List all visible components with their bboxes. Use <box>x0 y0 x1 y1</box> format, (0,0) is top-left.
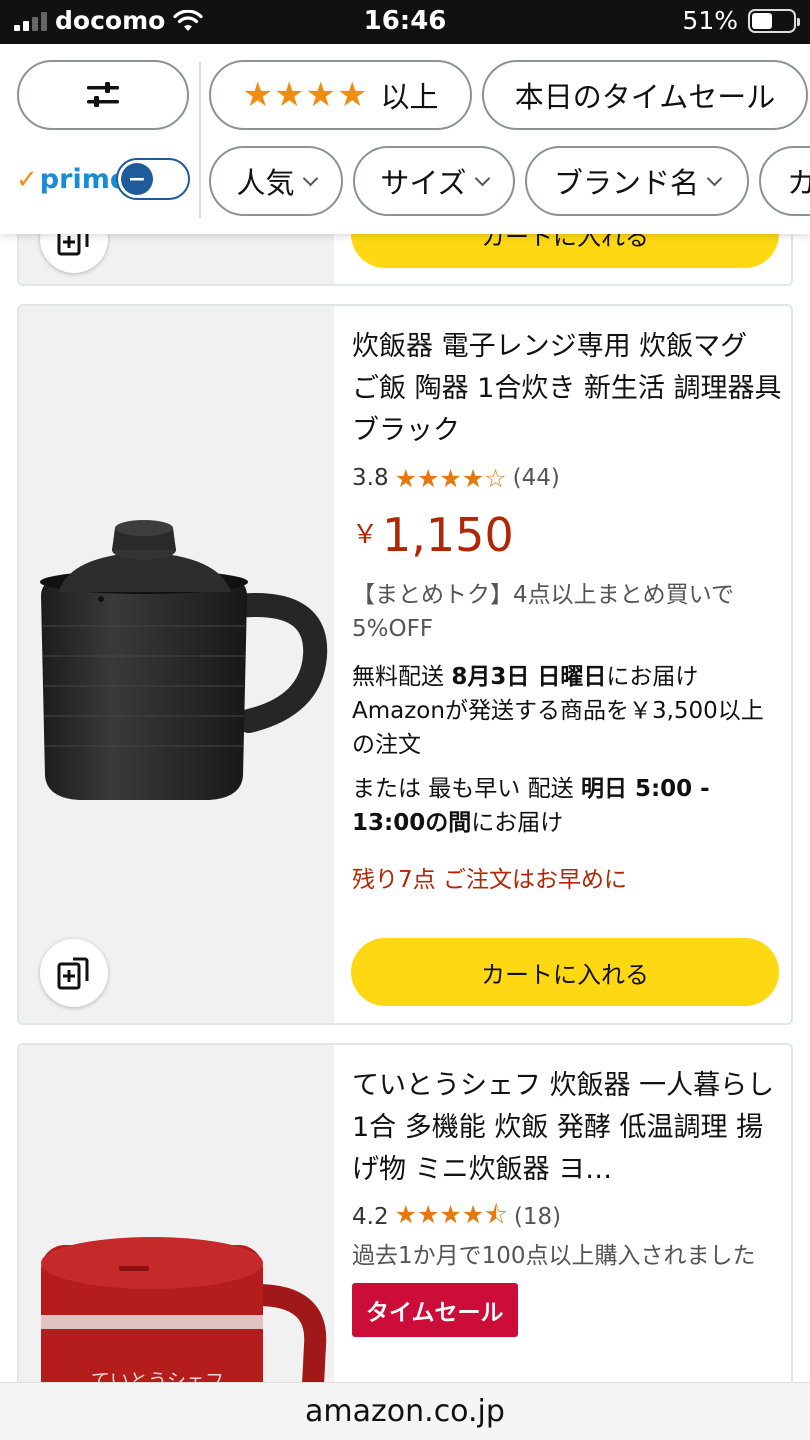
fast-delivery-prefix: または 最も早い 配送 <box>352 776 581 802</box>
prime-toggle[interactable]: − <box>116 158 190 200</box>
price-symbol: ￥ <box>352 520 379 550</box>
product-title[interactable]: ていとうシェフ 炊飯器 一人暮らし 1合 多機能 炊飯 発酵 低温調理 揚げ物 … <box>352 1065 782 1191</box>
filter-divider <box>199 62 201 218</box>
chevron-down-icon <box>706 170 723 186</box>
rating-stars-icon: ★★★★ <box>242 75 369 115</box>
product-info: 炊飯器 電子レンジ専用 炊飯マグ ご飯 陶器 1合炊き 新生活 調理器具 ブラッ… <box>352 326 782 894</box>
timesale-badge: タイムセール <box>352 1283 518 1337</box>
compare-icon <box>57 957 89 990</box>
fast-delivery-suffix: にお届け <box>471 810 564 836</box>
delivery-info: 無料配送 8月3日 日曜日にお届け Amazonが発送する商品を￥3,500以上… <box>352 660 782 762</box>
chevron-down-icon <box>302 170 318 186</box>
stock-warning: 残り7点 ご注文はお早めに <box>352 867 627 893</box>
brand-filter-chip[interactable]: ブランド名 <box>525 146 749 216</box>
sliders-icon <box>87 82 119 107</box>
delivery-suffix: にお届け <box>606 664 699 690</box>
product-image-pane[interactable]: ていとうシェフ <box>19 1045 334 1440</box>
promo-text: 【まとめトク】4点以上まとめ買いで5%OFF <box>352 582 734 642</box>
battery-status: 51% <box>682 6 800 35</box>
prime-check-icon: ✓ <box>16 164 38 195</box>
product-info: ていとうシェフ 炊飯器 一人暮らし 1合 多機能 炊飯 発酵 低温調理 揚げ物 … <box>352 1065 782 1337</box>
rating-filter-chip[interactable]: ★★★★ 以上 <box>209 60 472 130</box>
rating-value: 3.8 <box>352 465 389 491</box>
fast-delivery-info: または 最も早い 配送 明日 5:00 - 13:00の間にお届け <box>352 772 782 840</box>
battery-icon <box>748 8 800 33</box>
product-card[interactable]: 炊飯器 電子レンジ専用 炊飯マグ ご飯 陶器 1合炊き 新生活 調理器具 ブラッ… <box>17 304 793 1025</box>
sort-popular-chip[interactable]: 人気 <box>209 146 343 216</box>
purchase-count-text: 過去1か月で100点以上購入されました <box>352 1243 756 1269</box>
product-title[interactable]: 炊飯器 電子レンジ専用 炊飯マグ ご飯 陶器 1合炊き 新生活 調理器具 ブラッ… <box>352 326 782 452</box>
screen: docomo 16:46 51% ★★★★ 以上 本日のタイムセール ✓ pri… <box>0 0 810 1440</box>
cart-button-label: カートに入れる <box>481 960 649 989</box>
rating-row[interactable]: 3.8 ★★★★☆ (44) <box>352 462 782 494</box>
chevron-down-icon <box>474 170 490 186</box>
price: ￥ 1,150 <box>352 508 782 566</box>
size-filter-chip[interactable]: サイズ <box>353 146 515 216</box>
add-to-cart-button[interactable]: カートに入れる <box>351 938 779 1006</box>
rating-value: 4.2 <box>352 1204 389 1230</box>
product-card[interactable]: ていとうシェフ ていとうシェフ 炊飯器 一人暮らし 1合 多機能 炊飯 発酵 低… <box>17 1043 793 1440</box>
rating-row[interactable]: 4.2 ★★★★⯪ (18) <box>352 1200 782 1233</box>
url-domain: amazon.co.jp <box>305 1394 505 1429</box>
timesale-filter-chip[interactable]: 本日のタイムセール <box>482 60 808 130</box>
review-count: (44) <box>512 465 560 491</box>
filter-settings-button[interactable] <box>17 60 189 130</box>
chip-label: カ <box>787 160 810 202</box>
delivery-prefix: 無料配送 <box>352 664 452 690</box>
rating-filter-label: 以上 <box>380 80 439 114</box>
compare-button[interactable] <box>40 939 108 1007</box>
review-count: (18) <box>513 1204 562 1230</box>
battery-percent: 51% <box>682 6 738 35</box>
toggle-minus-icon: − <box>121 163 153 195</box>
delivery-date: 8月3日 日曜日 <box>451 664 607 690</box>
browser-url-bar[interactable]: amazon.co.jp <box>0 1382 810 1440</box>
status-bar: docomo 16:46 51% <box>0 0 810 44</box>
product-image-pane[interactable] <box>19 306 334 1023</box>
chip-label: 人気 <box>236 166 295 200</box>
delivery-condition: Amazonが発送する商品を￥3,500以上の注文 <box>352 698 764 758</box>
filter-bar: ★★★★ 以上 本日のタイムセール ✓ prime − 人気 サイズ ブランド名… <box>0 44 810 234</box>
star-rating-icon: ★★★★☆ <box>394 463 507 493</box>
product-image-red-rice-cooker: ていとうシェフ <box>41 1237 327 1440</box>
price-value: 1,150 <box>382 508 514 562</box>
product-image-black-rice-mug <box>40 520 328 800</box>
prime-logo: ✓ prime <box>16 164 128 195</box>
star-rating-icon: ★★★★⯪ <box>394 1199 508 1229</box>
prime-label: prime <box>39 164 129 195</box>
timesale-filter-label: 本日のタイムセール <box>514 80 776 114</box>
chip-label: サイズ <box>380 166 467 200</box>
more-filter-chip[interactable]: カ <box>759 146 810 216</box>
chip-label: ブランド名 <box>553 166 699 200</box>
